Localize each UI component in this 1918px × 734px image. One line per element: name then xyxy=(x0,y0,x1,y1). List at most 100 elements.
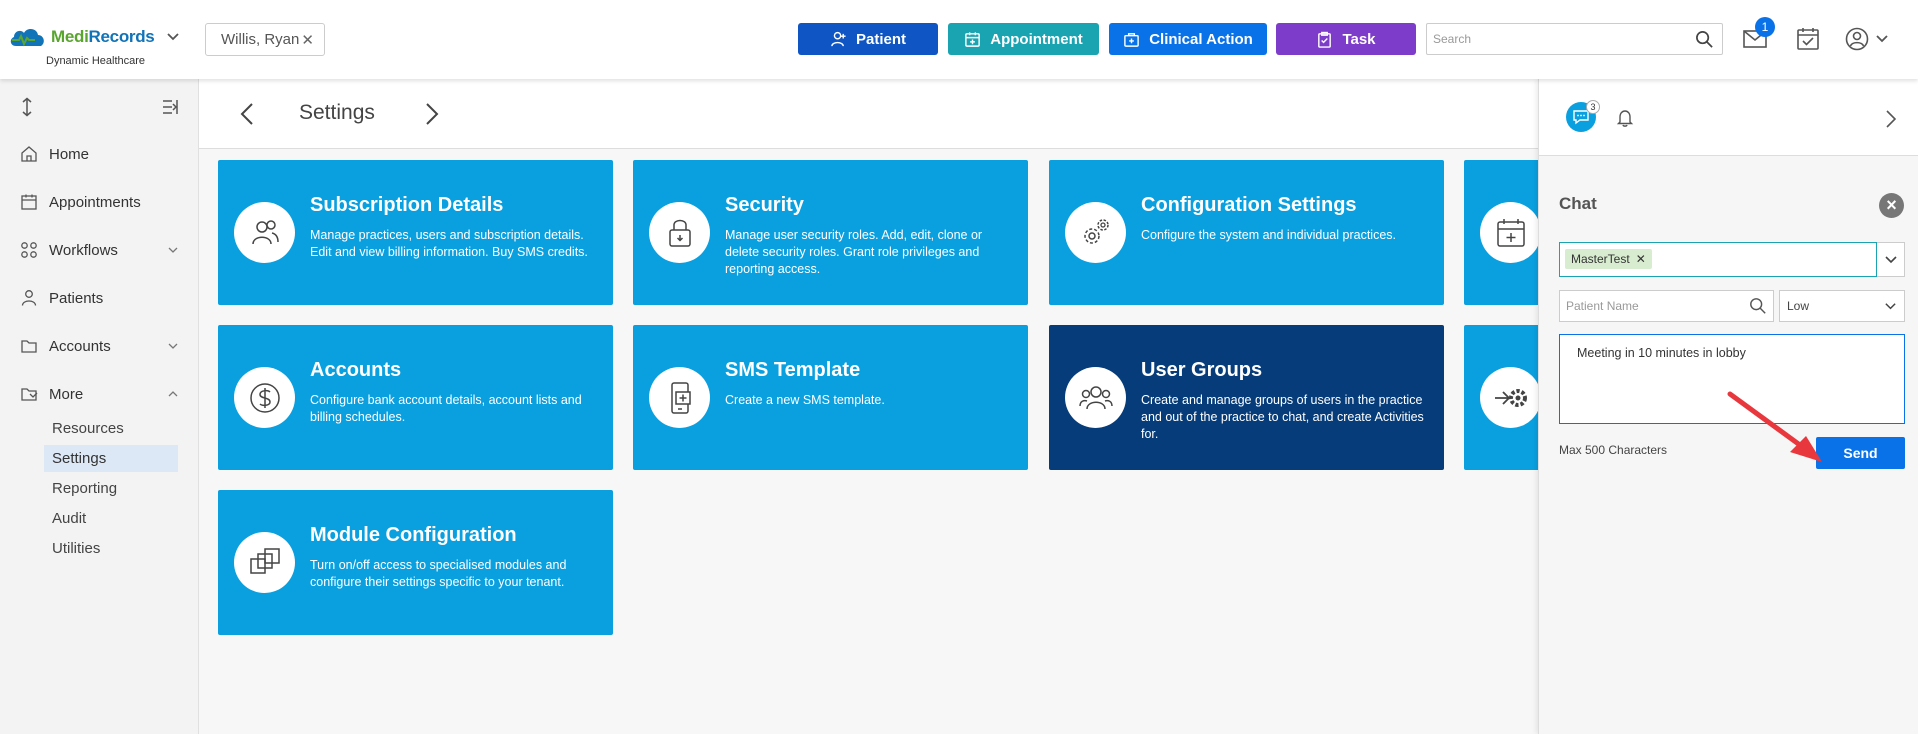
global-search[interactable] xyxy=(1426,23,1723,55)
sidebar-item-home[interactable]: Home xyxy=(20,141,180,167)
user-account-icon[interactable] xyxy=(1844,26,1870,52)
cloud-logo-icon xyxy=(10,29,44,47)
card-integration-settings[interactable] xyxy=(1464,325,1538,470)
card-description: Manage practices, users and subscription… xyxy=(310,228,588,259)
sidebar-subitem-settings[interactable]: Settings xyxy=(44,445,178,472)
collapse-sidebar-icon[interactable] xyxy=(160,97,180,117)
card-security[interactable]: Security Manage user security roles. Add… xyxy=(633,160,1028,305)
chat-panel: 3 Chat × MasterTest ✕ Low Meeting in 10 … xyxy=(1538,79,1918,734)
close-icon[interactable]: × xyxy=(1879,193,1904,218)
chevron-left-icon[interactable] xyxy=(236,101,260,127)
card-accounts[interactable]: Accounts Configure bank account details,… xyxy=(218,325,613,470)
folder-icon xyxy=(21,340,37,353)
card-description: Create a new SMS template. xyxy=(725,393,885,407)
sidebar-subitem-reporting[interactable]: Reporting xyxy=(44,475,178,502)
calendar-icon xyxy=(21,194,37,210)
chevron-down-icon[interactable] xyxy=(166,339,180,353)
mail-count-badge: 1 xyxy=(1755,17,1775,37)
card-user-groups[interactable]: User Groups Create and manage groups of … xyxy=(1049,325,1444,470)
main-content: Settings Subscription Details Manage pra… xyxy=(199,79,1538,734)
message-textarea[interactable]: Meeting in 10 minutes in lobby xyxy=(1559,334,1905,424)
modules-icon xyxy=(234,532,295,593)
priority-value: Low xyxy=(1787,299,1810,313)
card-title: SMS Template xyxy=(725,359,861,381)
chevron-down-icon[interactable] xyxy=(166,243,180,257)
task-button-label: Task xyxy=(1342,30,1376,48)
dollar-icon xyxy=(234,367,295,428)
priority-select[interactable]: Low xyxy=(1779,290,1905,322)
patient-chip-label: Willis, Ryan xyxy=(221,31,300,48)
card-description: Turn on/off access to specialised module… xyxy=(310,558,567,589)
remove-tag-icon[interactable]: ✕ xyxy=(1636,252,1646,266)
search-input[interactable] xyxy=(1433,25,1688,53)
patient-name-input[interactable] xyxy=(1566,292,1741,320)
folder-open-icon xyxy=(21,388,38,401)
sidebar-subitem-audit[interactable]: Audit xyxy=(44,505,178,532)
card-configuration-settings[interactable]: Configuration Settings Configure the sys… xyxy=(1049,160,1444,305)
calendar-check-icon[interactable] xyxy=(1795,26,1821,52)
clipboard-icon xyxy=(1318,31,1332,48)
brand-subtitle: Dynamic Healthcare xyxy=(46,55,146,67)
card-description: Configure the system and individual prac… xyxy=(1141,228,1396,242)
gears-icon xyxy=(1065,202,1126,263)
card-subscription-details[interactable]: Subscription Details Manage practices, u… xyxy=(218,160,613,305)
resize-vertical-icon[interactable] xyxy=(17,97,37,117)
max-characters-hint: Max 500 Characters xyxy=(1559,443,1668,457)
home-icon xyxy=(21,146,37,162)
phone-plus-icon xyxy=(649,367,710,428)
sidebar-item-patients[interactable]: Patients xyxy=(20,285,180,311)
sidebar-item-appointments[interactable]: Appointments xyxy=(20,189,180,215)
chevron-down-icon[interactable] xyxy=(166,30,180,44)
chevron-up-icon[interactable] xyxy=(166,387,180,401)
patient-name-field[interactable] xyxy=(1559,290,1774,322)
card-module-configuration[interactable]: Module Configuration Turn on/off access … xyxy=(218,490,613,635)
card-description: Manage user security roles. Add, edit, c… xyxy=(725,228,983,276)
chat-count-badge: 3 xyxy=(1586,100,1600,114)
sidebar-item-label: Home xyxy=(49,145,90,163)
add-clinical-action-button[interactable]: Clinical Action xyxy=(1109,23,1267,55)
workflow-icon xyxy=(21,242,37,258)
chevron-down-icon xyxy=(1885,303,1896,310)
card-sms-template[interactable]: SMS Template Create a new SMS template. xyxy=(633,325,1028,470)
card-title: Module Configuration xyxy=(310,524,517,546)
search-icon[interactable] xyxy=(1695,30,1714,49)
chevron-right-icon[interactable] xyxy=(419,101,443,127)
message-text: Meeting in 10 minutes in lobby xyxy=(1577,346,1746,360)
appointment-button-label: Appointment xyxy=(990,30,1083,48)
patient-button-label: Patient xyxy=(855,30,906,48)
close-icon[interactable]: ✕ xyxy=(301,31,314,49)
page-title: Settings xyxy=(299,101,375,124)
sidebar-item-label: Patients xyxy=(49,289,104,307)
chevron-down-icon[interactable] xyxy=(1875,32,1889,46)
sidebar-subitem-utilities[interactable]: Utilities xyxy=(44,535,178,562)
recipient-tag: MasterTest ✕ xyxy=(1565,249,1652,269)
card-title: User Groups xyxy=(1141,359,1263,381)
sidebar-item-accounts[interactable]: Accounts xyxy=(20,333,180,359)
current-patient-chip[interactable]: Willis, Ryan ✕ xyxy=(205,23,325,56)
calendar-plus-icon xyxy=(1480,202,1538,263)
add-task-button[interactable]: Task xyxy=(1276,23,1416,55)
card-title: Accounts xyxy=(310,359,402,381)
bell-icon[interactable] xyxy=(1615,108,1635,128)
send-button[interactable]: Send xyxy=(1816,437,1905,469)
person-icon xyxy=(21,290,37,306)
users-icon xyxy=(234,202,295,263)
brand-logo[interactable]: MediRecords Dynamic Healthcare xyxy=(8,24,184,72)
sidebar-item-more[interactable]: More xyxy=(20,381,180,407)
card-appointment-settings[interactable] xyxy=(1464,160,1538,305)
recipient-dropdown-button[interactable] xyxy=(1877,242,1905,277)
chevron-right-icon[interactable] xyxy=(1882,109,1900,129)
sidebar-item-workflows[interactable]: Workflows xyxy=(20,237,180,263)
calendar-add-icon xyxy=(965,31,981,47)
add-appointment-button[interactable]: Appointment xyxy=(948,23,1099,55)
gear-arrow-icon xyxy=(1480,367,1538,428)
add-patient-button[interactable]: Patient xyxy=(798,23,938,55)
chat-panel-header: 3 xyxy=(1539,79,1918,156)
search-icon[interactable] xyxy=(1749,297,1767,315)
chevron-down-icon xyxy=(1884,255,1897,263)
sidebar: Home Appointments Workflows Patients Acc… xyxy=(0,79,199,734)
chat-title: Chat xyxy=(1559,194,1597,213)
sidebar-item-label: Accounts xyxy=(49,337,111,355)
sidebar-subitem-resources[interactable]: Resources xyxy=(44,415,178,442)
recipient-input[interactable]: MasterTest ✕ xyxy=(1559,242,1877,277)
